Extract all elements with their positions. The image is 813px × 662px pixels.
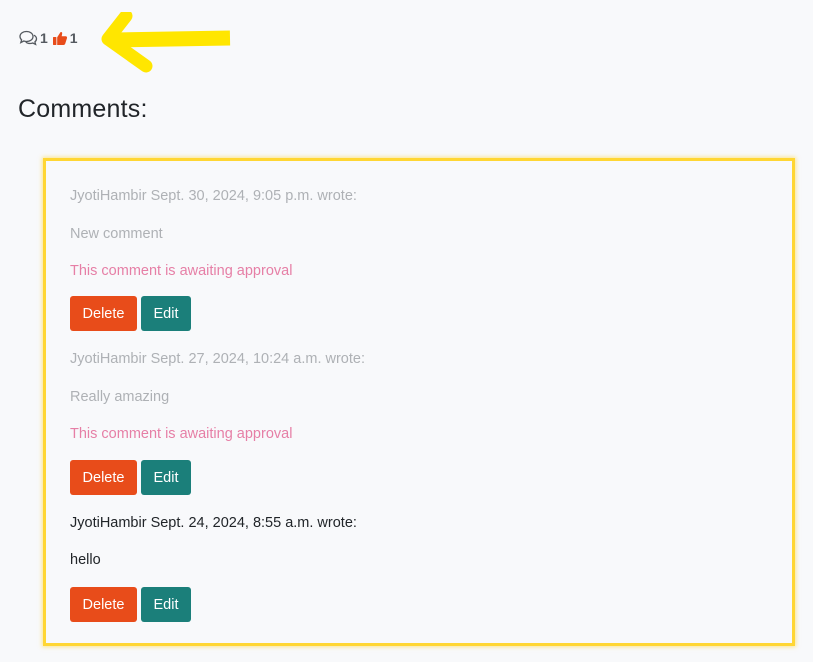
comment-meta: JyotiHambir Sept. 30, 2024, 9:05 p.m. wr… (70, 188, 357, 204)
thumbs-up-icon[interactable] (52, 30, 68, 46)
comment-meta: JyotiHambir Sept. 24, 2024, 8:55 a.m. wr… (70, 515, 357, 531)
comment-actions: Delete Edit (70, 296, 191, 331)
delete-button[interactable]: Delete (70, 587, 137, 622)
approval-status: This comment is awaiting approval (70, 426, 293, 442)
comment-body: New comment (70, 226, 163, 242)
delete-button[interactable]: Delete (70, 296, 137, 331)
edit-button[interactable]: Edit (141, 296, 191, 331)
comment-actions: Delete Edit (70, 460, 191, 495)
comment-count: 1 (40, 30, 48, 46)
delete-button[interactable]: Delete (70, 460, 137, 495)
comments-icon (18, 29, 38, 47)
post-stats: 1 1 (18, 29, 82, 47)
comment-body: Really amazing (70, 389, 170, 405)
annotation-arrow (101, 12, 231, 73)
edit-button[interactable]: Edit (141, 460, 191, 495)
comments-list: JyotiHambir Sept. 30, 2024, 9:05 p.m. wr… (43, 158, 795, 646)
comments-heading: Comments: (18, 95, 148, 123)
comment-actions: Delete Edit (70, 587, 191, 622)
like-count: 1 (69, 30, 78, 46)
comment-body: hello (70, 552, 101, 568)
edit-button[interactable]: Edit (141, 587, 191, 622)
approval-status: This comment is awaiting approval (70, 263, 293, 279)
comment-meta: JyotiHambir Sept. 27, 2024, 10:24 a.m. w… (70, 351, 365, 367)
